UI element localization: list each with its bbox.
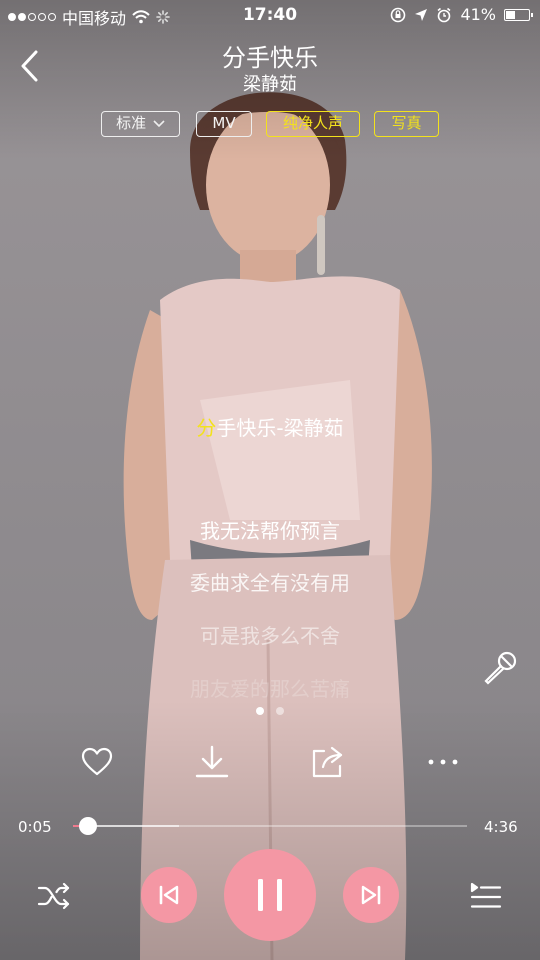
page-dot[interactable] (256, 707, 264, 715)
battery-icon (504, 8, 533, 21)
quality-label: 标准 (116, 114, 147, 132)
orientation-lock-icon (391, 7, 406, 22)
next-icon (361, 885, 381, 905)
previous-button[interactable] (141, 867, 197, 923)
share-icon (312, 746, 343, 778)
play-pause-button[interactable] (224, 849, 316, 941)
shuffle-icon (37, 882, 70, 910)
chevron-down-icon (153, 119, 165, 127)
lyric-line: 我无法帮你预言 (200, 519, 340, 543)
shuffle-button[interactable] (36, 878, 72, 914)
photo-button[interactable]: 写真 (374, 111, 439, 137)
pause-icon (258, 879, 282, 911)
share-button[interactable] (310, 744, 346, 780)
lyric-title-line: 分手快乐-梁静茹 (0, 412, 540, 441)
lyric-title-highlight: 分 (196, 416, 217, 440)
next-button[interactable] (343, 867, 399, 923)
lyric-line: 可是我多么不舍 (200, 624, 340, 648)
page-indicator (0, 707, 540, 715)
alarm-clock-icon (437, 7, 451, 22)
lyric-line: 朋友爱的那么苦痛 (190, 677, 350, 701)
current-time: 0:05 (18, 818, 52, 836)
battery-level (506, 10, 515, 19)
battery-percent: 41% (460, 5, 496, 24)
heart-icon (81, 747, 113, 776)
quality-dropdown[interactable]: 标准 (101, 111, 180, 137)
more-icon (428, 759, 458, 765)
lyric-title-rest: 手快乐-梁静茹 (216, 416, 344, 440)
pure-vocal-button[interactable]: 纯净人声 (266, 111, 360, 137)
total-time: 4:36 (484, 818, 518, 836)
song-title: 分手快乐 (222, 44, 318, 72)
more-button[interactable] (425, 744, 461, 780)
previous-icon (159, 885, 179, 905)
progress-thumb[interactable] (79, 817, 97, 835)
microphone-icon (484, 651, 517, 685)
playlist-icon (470, 882, 502, 908)
status-right: 41% (390, 5, 533, 24)
mv-button[interactable]: MV (196, 111, 252, 137)
download-icon (195, 745, 229, 778)
download-button[interactable] (194, 744, 230, 780)
location-arrow-icon (415, 8, 428, 21)
like-button[interactable] (79, 744, 115, 780)
lyric-line: 委曲求全有没有用 (190, 571, 350, 595)
song-artist: 梁静茹 (243, 74, 297, 95)
status-bar: 中国移动 17:40 41% (0, 0, 540, 30)
page-dot[interactable] (276, 707, 284, 715)
playlist-button[interactable] (468, 878, 504, 914)
microphone-button[interactable] (480, 648, 520, 688)
